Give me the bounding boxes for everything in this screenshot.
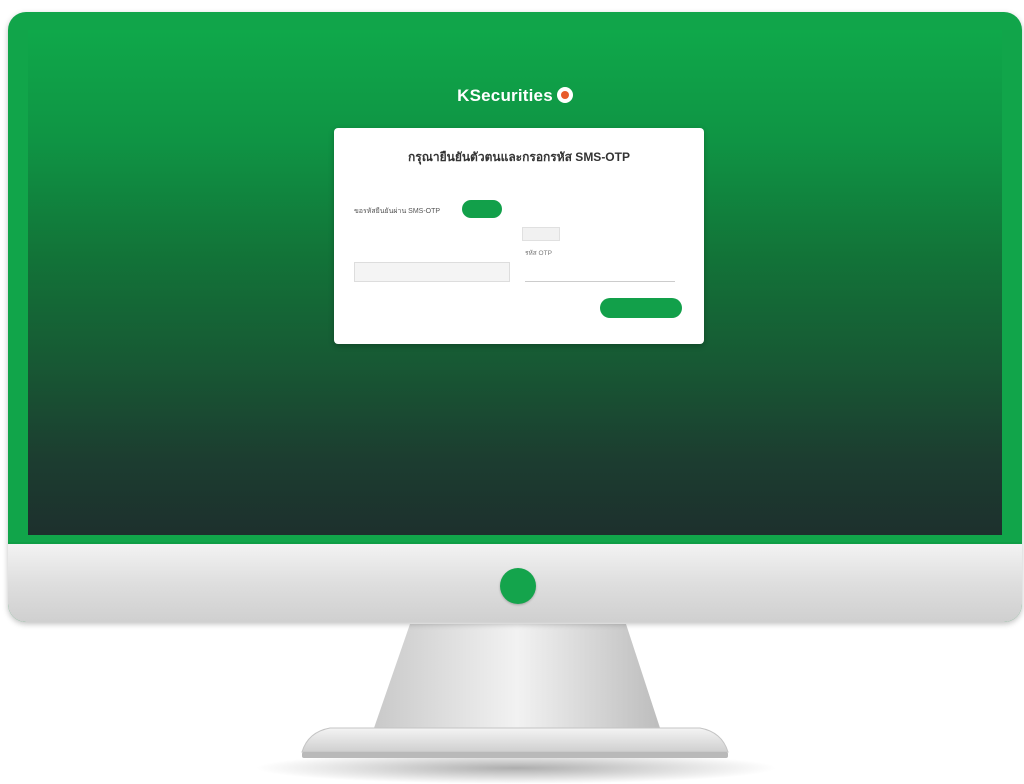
card-title: กรุณายืนยันตัวตนและกรอกรหัส SMS-OTP [408,150,630,164]
monitor: KSecurities กรุณายืนยันตัวตนและกรอกรหัส … [8,12,1022,622]
confirm-button[interactable] [600,298,682,318]
brand-name: KSecurities [457,86,553,105]
screen: KSecurities กรุณายืนยันตัวตนและกรอกรหัส … [28,30,1002,535]
reference-code-box [522,227,560,241]
power-button-icon[interactable] [500,568,536,604]
brand-logo: KSecurities [28,86,1002,106]
otp-input[interactable] [525,262,675,282]
stage: KSecurities กรุณายืนยันตัวตนและกรอกรหัส … [0,0,1024,784]
request-otp-label: ขอรหัสยืนยันผ่าน SMS-OTP [354,208,441,215]
ksecurities-logo-icon [556,87,573,103]
reference-input[interactable] [354,262,510,282]
otp-field-label: รหัส OTP [525,250,552,257]
otp-card: กรุณายืนยันตัวตนและกรอกรหัส SMS-OTP ขอรห… [334,128,704,344]
monitor-chin [8,542,1022,622]
request-otp-button[interactable] [462,200,502,218]
